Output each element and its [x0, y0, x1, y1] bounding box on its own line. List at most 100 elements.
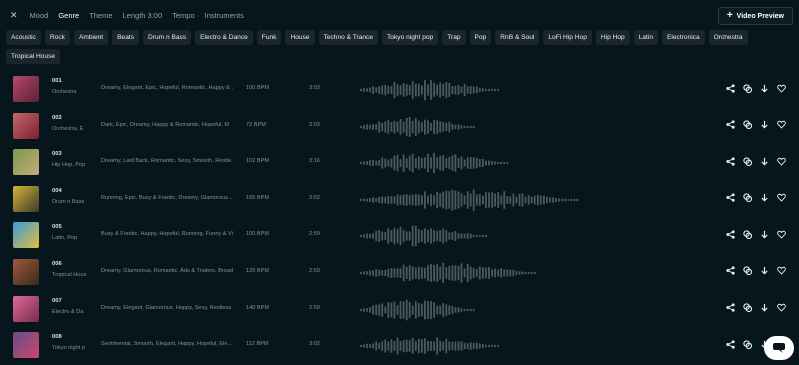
- download-icon[interactable]: [758, 155, 770, 167]
- share-icon[interactable]: [724, 155, 736, 167]
- genre-chip[interactable]: Rock: [44, 30, 70, 45]
- track-row[interactable]: 004 Drum n Bass Running, Epic, Busy & Fran…: [0, 182, 799, 219]
- track-row[interactable]: 002 Orchestra, E Dark, Epic, Dreamy, Happy…: [0, 109, 799, 146]
- close-icon[interactable]: ✕: [10, 10, 18, 21]
- genre-chip[interactable]: Tokyo night pop: [382, 30, 439, 45]
- share-icon[interactable]: [724, 302, 736, 314]
- track-duration: 3:02: [309, 194, 320, 201]
- download-icon[interactable]: [758, 119, 770, 131]
- heart-icon[interactable]: [775, 192, 787, 204]
- genre-chip[interactable]: Electro & Dance: [195, 30, 253, 45]
- tab-theme[interactable]: Theme: [89, 11, 112, 20]
- genre-chip[interactable]: House: [285, 30, 315, 45]
- track-duration: 2:59: [309, 304, 320, 311]
- genre-chip[interactable]: Hip Hop: [595, 30, 630, 45]
- genre-chip[interactable]: RnB & Soul: [495, 30, 540, 45]
- tab-mood[interactable]: Mood: [30, 11, 49, 20]
- tab-tempo[interactable]: Tempo: [172, 11, 195, 20]
- track-bpm: 140 BPM: [246, 304, 270, 311]
- genre-chip[interactable]: Pop: [469, 30, 492, 45]
- track-row[interactable]: 007 Electro & Da Dreamy, Elegant, Glamorou…: [0, 292, 799, 329]
- tab-instruments[interactable]: Instruments: [205, 11, 244, 20]
- download-icon[interactable]: [758, 192, 770, 204]
- genre-chip[interactable]: Beats: [112, 30, 140, 45]
- track-bpm: 165 BPM: [246, 194, 270, 201]
- chat-button[interactable]: [764, 336, 794, 360]
- tab-genre[interactable]: Genre: [58, 11, 79, 20]
- track-bpm: 100 BPM: [246, 231, 270, 238]
- tab-length[interactable]: Length 3:00: [123, 11, 163, 20]
- track-duration: 2:59: [309, 231, 320, 238]
- track-waveform[interactable]: [360, 298, 590, 322]
- track-thumbnail[interactable]: [13, 185, 39, 212]
- track-number: 004: [52, 187, 62, 194]
- download-icon[interactable]: [758, 82, 770, 94]
- track-bpm: 120 BPM: [246, 267, 270, 274]
- heart-icon[interactable]: [775, 302, 787, 314]
- track-waveform[interactable]: [360, 78, 590, 102]
- copy-icon[interactable]: [741, 155, 753, 167]
- copy-icon[interactable]: [741, 119, 753, 131]
- track-waveform[interactable]: [360, 188, 590, 212]
- track-thumbnail[interactable]: [13, 112, 39, 139]
- genre-chip[interactable]: LoFi Hip Hop: [543, 30, 592, 45]
- row-actions: [724, 265, 787, 277]
- share-icon[interactable]: [724, 192, 736, 204]
- share-icon[interactable]: [724, 338, 736, 350]
- heart-icon[interactable]: [775, 82, 787, 94]
- download-icon[interactable]: [758, 228, 770, 240]
- track-thumbnail[interactable]: [13, 295, 39, 322]
- track-number: 005: [52, 224, 62, 231]
- track-thumbnail[interactable]: [13, 76, 39, 102]
- share-icon[interactable]: [724, 82, 736, 94]
- genre-chip[interactable]: Funk: [256, 30, 282, 45]
- download-icon[interactable]: [758, 265, 770, 277]
- genre-chip[interactable]: Tropical House: [6, 49, 61, 64]
- download-icon[interactable]: [758, 302, 770, 314]
- genre-chip[interactable]: Techno & Trance: [318, 30, 379, 45]
- genre-chip[interactable]: Electronica: [662, 30, 705, 45]
- track-waveform[interactable]: [360, 261, 590, 285]
- track-thumbnail[interactable]: [13, 332, 39, 359]
- track-row[interactable]: 005 Latin, Pop Busy & Frantic, Happy, Hope…: [0, 218, 799, 255]
- track-bpm: 72 BPM: [246, 121, 266, 128]
- share-icon[interactable]: [724, 228, 736, 240]
- track-row[interactable]: 006 Tropical Hous Dreamy, Glamorous, Roman…: [0, 255, 799, 292]
- track-thumbnail[interactable]: [13, 258, 39, 285]
- share-icon[interactable]: [724, 265, 736, 277]
- track-waveform[interactable]: [360, 224, 590, 248]
- genre-chip[interactable]: Acoustic: [6, 30, 41, 45]
- copy-icon[interactable]: [741, 265, 753, 277]
- track-thumbnail[interactable]: [13, 222, 39, 249]
- genre-chip[interactable]: Latin: [633, 30, 658, 45]
- track-bpm: 102 BPM: [246, 158, 270, 165]
- genre-chip[interactable]: Orchestra: [708, 30, 748, 45]
- track-duration: 2:59: [309, 267, 320, 274]
- track-waveform[interactable]: [360, 334, 590, 358]
- copy-icon[interactable]: [741, 228, 753, 240]
- track-thumbnail[interactable]: [13, 149, 39, 176]
- copy-icon[interactable]: [741, 82, 753, 94]
- track-waveform[interactable]: [360, 115, 590, 139]
- track-row[interactable]: 001 Orchestra Dreamy, Elegant, Epic, Hopef…: [0, 72, 799, 109]
- copy-icon[interactable]: [741, 192, 753, 204]
- heart-icon[interactable]: [775, 228, 787, 240]
- copy-icon[interactable]: [741, 338, 753, 350]
- track-number: 006: [52, 260, 62, 267]
- share-icon[interactable]: [724, 119, 736, 131]
- heart-icon[interactable]: [775, 119, 787, 131]
- copy-icon[interactable]: [741, 302, 753, 314]
- genre-chip[interactable]: Trap: [442, 30, 466, 45]
- track-title: Tropical Hous: [52, 271, 87, 278]
- video-preview-button[interactable]: + Video Preview: [717, 7, 793, 25]
- track-waveform[interactable]: [360, 151, 590, 175]
- track-tags: Running, Epic, Busy & Frantic, Dreamy, G…: [101, 194, 233, 201]
- heart-icon[interactable]: [775, 155, 787, 167]
- track-number: 003: [52, 151, 62, 158]
- track-duration: 3:16: [309, 158, 320, 165]
- track-row[interactable]: 008 Tokyo night p Sentimental, Smooth, Ele…: [0, 328, 799, 365]
- heart-icon[interactable]: [775, 265, 787, 277]
- genre-chip[interactable]: Drum n Bass: [143, 30, 192, 45]
- genre-chip[interactable]: Ambient: [73, 30, 109, 45]
- track-row[interactable]: 003 Hip Hop, Pop Dreamy, Laid Back, Romant…: [0, 145, 799, 182]
